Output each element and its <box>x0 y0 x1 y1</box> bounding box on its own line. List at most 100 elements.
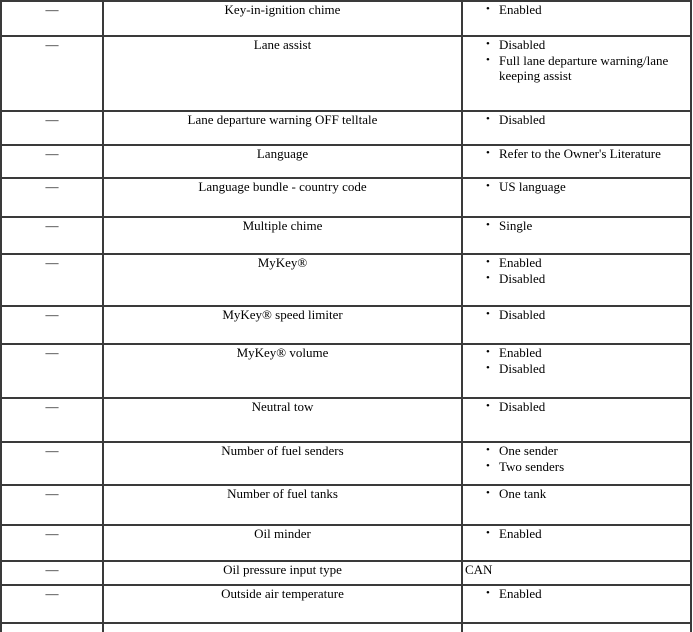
setting-option: Full lane departure warning/lane keeping… <box>486 52 690 84</box>
em-dash-icon: — <box>45 486 59 501</box>
cell-marker: — <box>1 217 104 255</box>
setting-option: Enabled <box>486 1 690 18</box>
cell-setting-value: Refer to the Owner's Literature <box>462 145 692 179</box>
table-row: — Lane departure warning OFF telltale Disa… <box>1 111 692 146</box>
cell-marker: — <box>1 145 104 179</box>
cell-marker: — <box>1 344 104 399</box>
cell-marker: — <box>1 442 104 486</box>
setting-option-list: One senderTwo senders <box>463 442 690 475</box>
parameter-label: Oil pressure input type <box>223 562 342 577</box>
cell-setting-value: Enabled <box>462 585 692 624</box>
setting-option-list: Enabled <box>463 1 690 18</box>
table-row: — MyKey® EnabledDisabled <box>1 254 692 307</box>
table-row: — Number of fuel senders One senderTwo sen… <box>1 442 692 486</box>
cell-parameter-name: Lane assist <box>103 36 463 112</box>
cell-setting-value: One tank <box>462 485 692 526</box>
em-dash-icon: — <box>45 345 59 360</box>
cell-marker: — <box>1 254 104 307</box>
setting-option-list: Enabled <box>463 585 690 602</box>
cell-setting-value: EnabledDisabled <box>462 254 692 307</box>
setting-option-list: Disabled <box>463 306 690 323</box>
setting-option: Disabled <box>486 270 690 287</box>
em-dash-icon: — <box>45 307 59 322</box>
cell-marker: — <box>1 561 104 586</box>
setting-option: Two senders <box>486 458 690 475</box>
setting-option: One tank <box>486 485 690 502</box>
cell-setting-value: EnabledDisabled <box>462 344 692 399</box>
cell-setting-value: DisabledFull lane departure warning/lane… <box>462 36 692 112</box>
cell-setting-value: Single <box>462 217 692 255</box>
table-row <box>1 623 692 632</box>
setting-option-list: Refer to the Owner's Literature <box>463 145 690 162</box>
cell-parameter-name: MyKey® volume <box>103 344 463 399</box>
cell-parameter-name: MyKey® speed limiter <box>103 306 463 345</box>
table-row: — Neutral tow Disabled <box>1 398 692 443</box>
setting-option: Enabled <box>486 344 690 361</box>
cell-parameter-name: Language <box>103 145 463 179</box>
cell-marker: — <box>1 111 104 146</box>
table-row: — MyKey® volume EnabledDisabled <box>1 344 692 399</box>
table-row: — Oil minder Enabled <box>1 525 692 562</box>
em-dash-icon: — <box>45 399 59 414</box>
cell-setting-value <box>462 623 692 632</box>
cell-parameter-name: Oil pressure input type <box>103 561 463 586</box>
table-row: — Number of fuel tanks One tank <box>1 485 692 526</box>
table-row: — Key-in-ignition chime Enabled <box>1 1 692 37</box>
setting-option-list: EnabledDisabled <box>463 254 690 287</box>
document-page: — Key-in-ignition chime Enabled — Lane assis… <box>0 0 693 632</box>
table-row: — Language Refer to the Owner's Literature <box>1 145 692 179</box>
setting-option-list: Disabled <box>463 111 690 128</box>
em-dash-icon: — <box>45 526 59 541</box>
em-dash-icon: — <box>45 37 59 52</box>
cell-setting-value: Disabled <box>462 111 692 146</box>
cell-marker <box>1 623 104 632</box>
em-dash-icon: — <box>45 255 59 270</box>
cell-parameter-name: Language bundle - country code <box>103 178 463 218</box>
parameter-label: Oil minder <box>254 526 311 541</box>
setting-option-list: One tank <box>463 485 690 502</box>
cell-parameter-name: Multiple chime <box>103 217 463 255</box>
parameter-label: Lane assist <box>253 37 312 52</box>
setting-option-list: US language <box>463 178 690 195</box>
setting-option: Disabled <box>486 36 690 53</box>
cell-marker: — <box>1 1 104 37</box>
parameter-label: MyKey® speed limiter <box>222 307 343 322</box>
cell-setting-value: CAN <box>462 561 692 586</box>
cell-parameter-name: Number of fuel tanks <box>103 485 463 526</box>
setting-option-list: DisabledFull lane departure warning/lane… <box>463 36 690 84</box>
parameter-label: Neutral tow <box>251 399 314 414</box>
setting-option-list: Disabled <box>463 398 690 415</box>
parameter-label: MyKey® volume <box>236 345 329 360</box>
setting-option: Disabled <box>486 360 690 377</box>
parameter-label: MyKey® <box>257 255 308 270</box>
parameter-label: Multiple chime <box>242 218 323 233</box>
em-dash-icon: — <box>45 218 59 233</box>
cell-marker: — <box>1 525 104 562</box>
table-row: — Oil pressure input type CAN <box>1 561 692 586</box>
setting-option: Disabled <box>486 111 690 128</box>
cell-setting-value: Disabled <box>462 306 692 345</box>
setting-option: Enabled <box>486 254 690 271</box>
setting-option: Enabled <box>486 585 690 602</box>
table-row: — Outside air temperature Enabled <box>1 585 692 624</box>
cell-setting-value: Enabled <box>462 1 692 37</box>
em-dash-icon: — <box>45 2 59 17</box>
parameter-label: Key-in-ignition chime <box>224 2 341 17</box>
cell-marker: — <box>1 398 104 443</box>
specification-table: — Key-in-ignition chime Enabled — Lane assis… <box>0 0 692 632</box>
cell-setting-value: One senderTwo senders <box>462 442 692 486</box>
table-row: — Multiple chime Single <box>1 217 692 255</box>
cell-marker: — <box>1 36 104 112</box>
em-dash-icon: — <box>45 112 59 127</box>
setting-option: Disabled <box>486 398 690 415</box>
setting-option-list: EnabledDisabled <box>463 344 690 377</box>
table-row: — Lane assist DisabledFull lane departure … <box>1 36 692 112</box>
setting-option-list: Enabled <box>463 525 690 542</box>
parameter-label: Language <box>256 146 309 161</box>
parameter-label: Outside air temperature <box>221 586 344 601</box>
table-body: — Key-in-ignition chime Enabled — Lane assis… <box>1 1 692 632</box>
parameter-label: Lane departure warning OFF telltale <box>187 112 378 127</box>
setting-option: Enabled <box>486 525 690 542</box>
em-dash-icon: — <box>45 586 59 601</box>
cell-setting-value: US language <box>462 178 692 218</box>
